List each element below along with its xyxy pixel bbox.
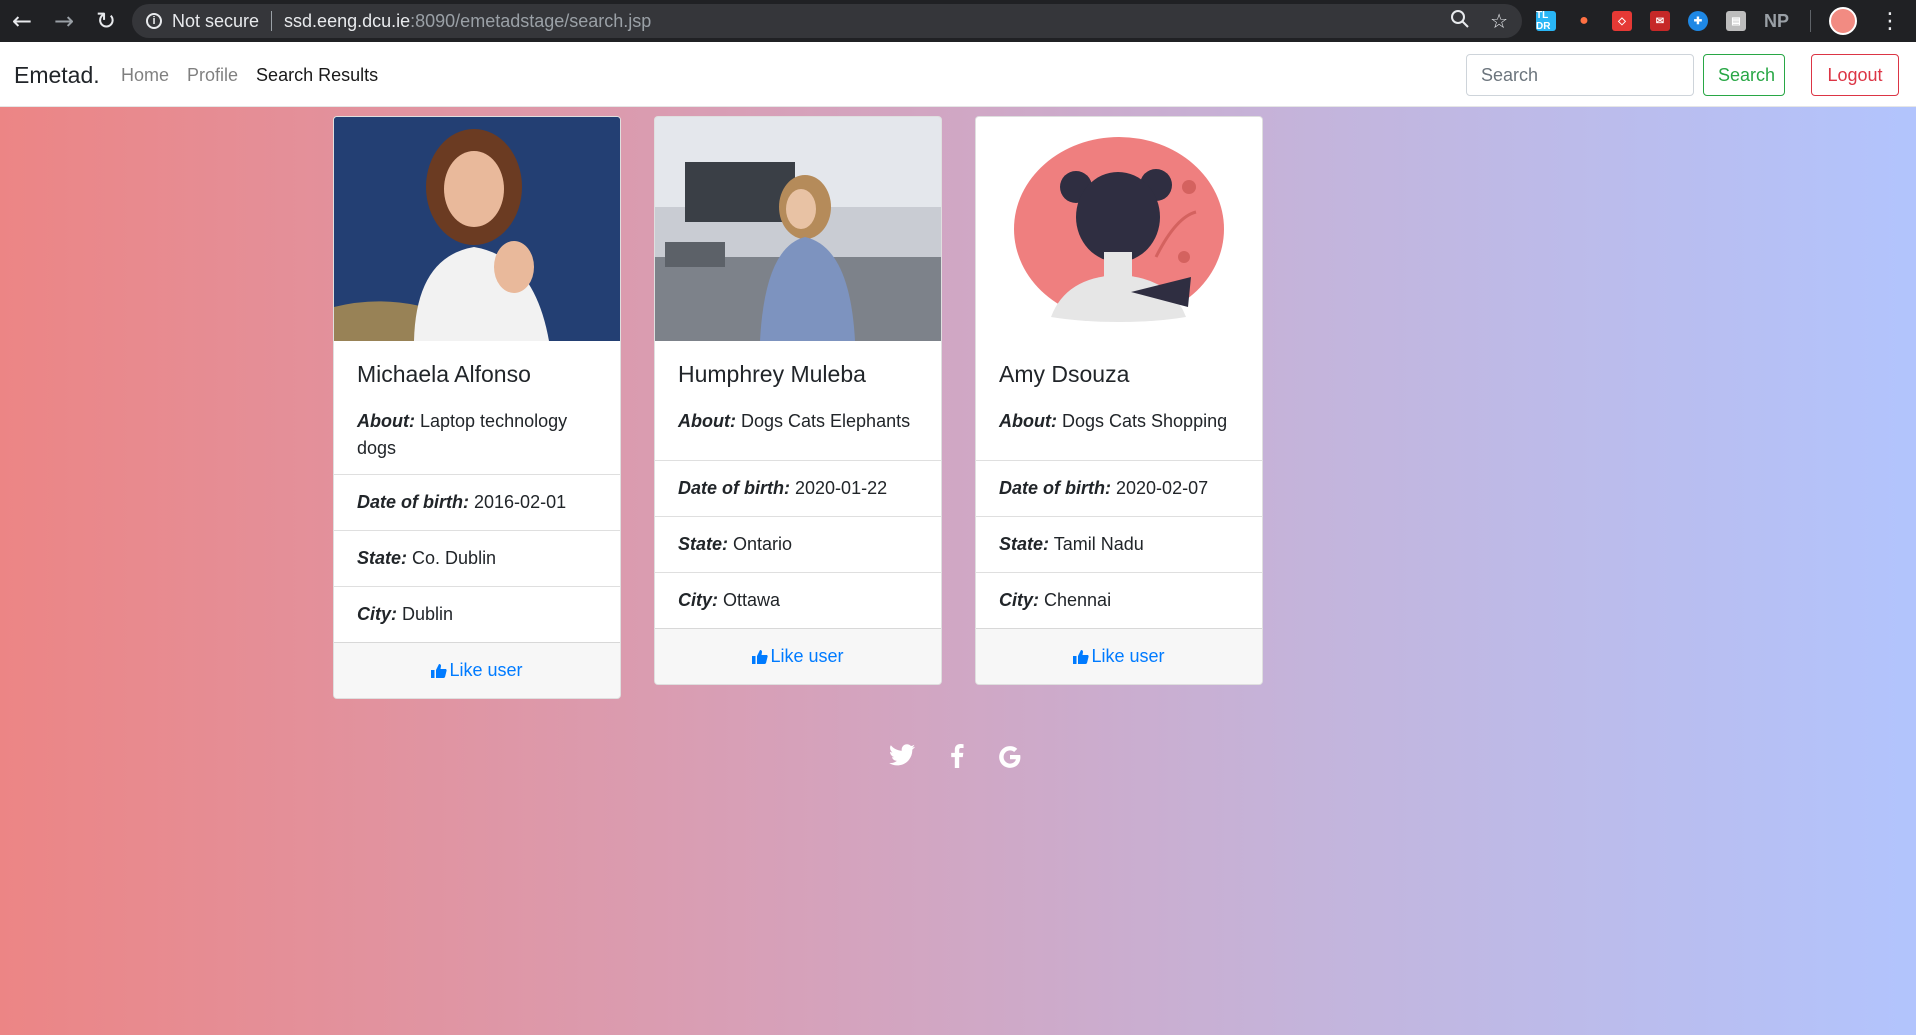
about-value: Dogs Cats Elephants — [741, 411, 911, 431]
info-icon[interactable]: i — [146, 13, 162, 29]
brand-logo[interactable]: Emetad. — [14, 62, 100, 89]
np-extension-icon[interactable]: NP — [1764, 11, 1792, 32]
profile-avatar[interactable] — [1829, 7, 1857, 35]
like-user-label: Like user — [449, 660, 523, 680]
url-host[interactable]: ssd.eeng.dcu.ie — [284, 11, 410, 32]
user-name: Michaela Alfonso — [357, 361, 531, 387]
user-about: About: Dogs Cats Elephants — [655, 408, 941, 460]
not-secure-label[interactable]: Not secure — [172, 11, 259, 32]
user-about: About: Laptop technology dogs — [334, 408, 620, 474]
state-row: State: Tamil Nadu — [976, 516, 1262, 572]
results-area: Michaela Alfonso About: Laptop technolog… — [0, 107, 1916, 1035]
like-user-link[interactable]: Like user — [752, 646, 844, 667]
city-row: City: Ottawa — [655, 572, 941, 628]
dob-label: Date of birth: — [999, 478, 1111, 498]
search-button[interactable]: Search — [1703, 54, 1785, 96]
site-navbar: Emetad. Home Profile Search Results Sear… — [0, 42, 1916, 107]
dob-value: 2016-02-01 — [474, 492, 567, 512]
forward-arrow-icon[interactable]: → — [44, 1, 84, 41]
twitter-icon[interactable] — [889, 744, 915, 771]
about-label: About: — [678, 411, 736, 431]
city-label: City: — [999, 590, 1039, 610]
tldr-extension-icon[interactable]: TL DR — [1536, 10, 1556, 32]
search-input[interactable] — [1466, 54, 1694, 96]
document-extension-icon[interactable]: ▤ — [1726, 11, 1746, 31]
state-label: State: — [999, 534, 1050, 554]
google-icon[interactable] — [997, 744, 1023, 775]
state-row: State: Ontario — [655, 516, 941, 572]
about-label: About: — [357, 411, 415, 431]
city-label: City: — [357, 604, 397, 624]
like-user-link[interactable]: Like user — [1073, 646, 1165, 667]
back-arrow-icon[interactable]: ← — [2, 1, 42, 41]
state-row: State: Co. Dublin — [334, 530, 620, 586]
logout-button[interactable]: Logout — [1811, 54, 1899, 96]
user-name: Humphrey Muleba — [678, 361, 866, 387]
blue-extension-icon[interactable]: ✚ — [1688, 11, 1708, 31]
social-links — [0, 744, 1916, 784]
zoom-icon[interactable] — [1450, 9, 1470, 34]
fire-extension-icon[interactable]: ● — [1574, 11, 1594, 31]
state-label: State: — [678, 534, 729, 554]
nav-link-profile[interactable]: Profile — [187, 65, 238, 86]
toolbar-divider — [1810, 10, 1811, 32]
like-user-label: Like user — [1091, 646, 1165, 666]
like-user-label: Like user — [770, 646, 844, 666]
dob-value: 2020-01-22 — [795, 478, 888, 498]
red-extension-icon[interactable]: ◇ — [1612, 11, 1632, 31]
mail-extension-icon[interactable]: ✉ — [1650, 11, 1670, 31]
city-row: City: Chennai — [976, 572, 1262, 628]
state-label: State: — [357, 548, 408, 568]
thumbs-up-icon — [1073, 649, 1090, 664]
user-card: Amy Dsouza About: Dogs Cats Shopping Dat… — [975, 116, 1263, 685]
like-user-link[interactable]: Like user — [431, 660, 523, 681]
dob-row: Date of birth: 2016-02-01 — [334, 474, 620, 530]
city-value: Dublin — [402, 604, 454, 624]
user-name: Amy Dsouza — [999, 361, 1130, 387]
address-bar[interactable]: i Not secure ssd.eeng.dcu.ie :8090/emeta… — [132, 4, 1522, 38]
card-footer: Like user — [655, 628, 941, 684]
card-footer: Like user — [976, 628, 1262, 684]
nav-link-home[interactable]: Home — [121, 65, 169, 86]
user-card: Michaela Alfonso About: Laptop technolog… — [333, 116, 621, 699]
url-divider — [271, 11, 273, 31]
dob-row: Date of birth: 2020-02-07 — [976, 460, 1262, 516]
city-value: Ottawa — [723, 590, 781, 610]
dob-value: 2020-02-07 — [1116, 478, 1209, 498]
user-about: About: Dogs Cats Shopping — [976, 408, 1262, 460]
dob-label: Date of birth: — [678, 478, 790, 498]
browser-toolbar: ← → ↻ i Not secure ssd.eeng.dcu.ie :8090… — [0, 0, 1916, 42]
about-value: Dogs Cats Shopping — [1062, 411, 1228, 431]
thumbs-up-icon — [431, 663, 448, 678]
user-photo — [334, 117, 620, 341]
star-icon[interactable]: ☆ — [1490, 9, 1508, 33]
state-value: Tamil Nadu — [1053, 534, 1144, 554]
state-value: Ontario — [733, 534, 793, 554]
nav-link-search-results[interactable]: Search Results — [256, 65, 378, 86]
facebook-icon[interactable] — [950, 744, 964, 773]
dob-row: Date of birth: 2020-01-22 — [655, 460, 941, 516]
url-path[interactable]: :8090/emetadstage/search.jsp — [410, 11, 651, 32]
state-value: Co. Dublin — [412, 548, 497, 568]
menu-dots-icon[interactable]: ⋮ — [1879, 9, 1901, 34]
reload-icon[interactable]: ↻ — [86, 1, 126, 41]
about-label: About: — [999, 411, 1057, 431]
user-photo — [655, 117, 941, 341]
nav-links: Home Profile Search Results — [121, 65, 378, 86]
city-value: Chennai — [1044, 590, 1112, 610]
user-photo — [976, 117, 1262, 341]
card-footer: Like user — [334, 642, 620, 698]
city-row: City: Dublin — [334, 586, 620, 642]
thumbs-up-icon — [752, 649, 769, 664]
city-label: City: — [678, 590, 718, 610]
dob-label: Date of birth: — [357, 492, 469, 512]
user-card: Humphrey Muleba About: Dogs Cats Elephan… — [654, 116, 942, 685]
